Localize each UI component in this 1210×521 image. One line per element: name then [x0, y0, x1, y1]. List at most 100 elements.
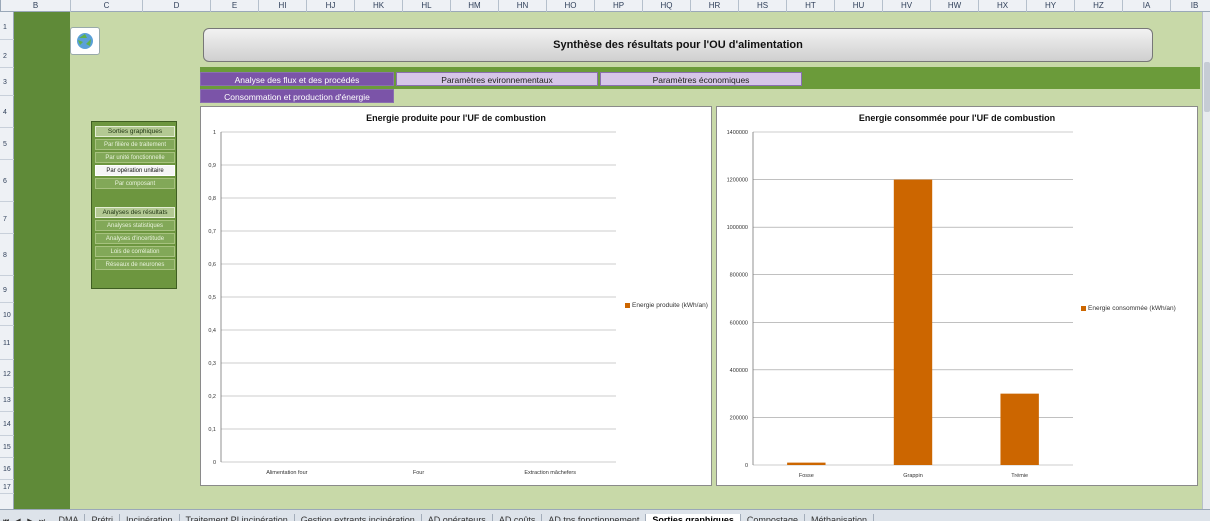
y-tick-label: 1200000	[727, 178, 748, 184]
column-header[interactable]: C	[71, 0, 143, 12]
sheet-tab[interactable]: Incinération	[120, 514, 180, 521]
column-header[interactable]: HJ	[307, 0, 355, 12]
y-tick-label: 0,3	[208, 361, 216, 367]
sheet-tab[interactable]: DMA	[52, 514, 86, 521]
y-tick-label: 0,4	[208, 328, 216, 334]
row-header[interactable]: 13	[0, 390, 14, 412]
column-header[interactable]: E	[211, 0, 259, 12]
sheet-tab[interactable]: Compostage	[741, 514, 805, 521]
btn-analyses-incertitude[interactable]: Analyses d'incertitude	[95, 233, 175, 244]
y-tick-label: 0,5	[208, 295, 216, 301]
tab-flux-procedes[interactable]: Analyse des flux et des procédés	[200, 72, 394, 86]
column-header[interactable]: HR	[691, 0, 739, 12]
first-sheet-icon[interactable]: ⏮	[0, 516, 12, 521]
sheet-tab[interactable]: Méthanisation	[805, 514, 874, 521]
row-header[interactable]: 7	[0, 206, 14, 234]
x-tick-label: Extraction mâchefers	[524, 470, 576, 476]
row-header[interactable]: 1	[0, 16, 14, 40]
chart-energie-produite[interactable]: Energie produite pour l'UF de combustion…	[200, 106, 712, 486]
bar	[893, 179, 933, 466]
sheet-tab[interactable]: AD tps fonctionnement	[542, 514, 647, 521]
side-panel: Sorties graphiques Par filière de traite…	[91, 121, 177, 289]
tab-parametres-economiques[interactable]: Paramètres économiques	[600, 72, 802, 86]
page-title: Synthèse des résultats pour l'OU d'alime…	[203, 28, 1153, 62]
y-tick-label: 0,1	[208, 427, 216, 433]
x-tick-label: Fosse	[799, 473, 814, 479]
tab-parametres-environnementaux[interactable]: Paramètres evironnementaux	[396, 72, 598, 86]
recycle-logo-icon	[70, 27, 100, 55]
row-header[interactable]: 2	[0, 46, 14, 68]
tab-label: Analyse des flux et des procédés	[234, 75, 360, 85]
btn-composant[interactable]: Par composant	[95, 178, 175, 189]
column-header[interactable]: IB	[1171, 0, 1210, 12]
bar	[787, 462, 826, 465]
row-header[interactable]: 15	[0, 438, 14, 458]
scroll-thumb[interactable]	[1204, 62, 1210, 112]
btn-lois-correlation[interactable]: Lois de corrélation	[95, 246, 175, 257]
column-header[interactable]: HZ	[1075, 0, 1123, 12]
tab-energie[interactable]: Consommation et production d'énergie	[200, 89, 394, 103]
y-tick-label: 0,7	[208, 229, 216, 235]
btn-filiere[interactable]: Par filière de traitement	[95, 139, 175, 150]
btn-unite-fonctionnelle[interactable]: Par unité fonctionnelle	[95, 152, 175, 163]
row-header[interactable]: 14	[0, 414, 14, 436]
sheet-tab[interactable]: Traitement PI incinération	[180, 514, 295, 521]
y-tick-label: 0,9	[208, 163, 216, 169]
sheet-tab[interactable]: AD coûts	[493, 514, 543, 521]
btn-analyses-statistiques[interactable]: Analyses statistiques	[95, 220, 175, 231]
btn-operation-unitaire[interactable]: Par opération unitaire	[95, 165, 175, 176]
column-header[interactable]: HM	[451, 0, 499, 12]
column-header[interactable]: HQ	[643, 0, 691, 12]
row-header[interactable]: 8	[0, 236, 14, 276]
row-header[interactable]: 11	[0, 328, 14, 360]
column-header[interactable]: B	[1, 0, 71, 12]
last-sheet-icon[interactable]: ⏭	[36, 516, 48, 521]
column-header[interactable]: HK	[355, 0, 403, 12]
excel-window: B C D E HI HJ HK HL HM HN HO HP HQ HR HS HT HU HV HW HX HY HZ…	[0, 0, 1210, 521]
row-header[interactable]: 10	[0, 305, 14, 326]
column-header[interactable]: HN	[499, 0, 547, 12]
column-header[interactable]: HO	[547, 0, 595, 12]
column-header[interactable]: HI	[259, 0, 307, 12]
y-tick-label: 0,8	[208, 196, 216, 202]
chart-plot: 0 200000 400000 600000 800000 1000000 1200000 1…	[727, 130, 1073, 479]
column-header[interactable]: IA	[1123, 0, 1171, 12]
row-header[interactable]: 12	[0, 362, 14, 388]
vertical-scrollbar[interactable]	[1202, 12, 1210, 509]
btn-reseaux-neurones[interactable]: Réseaux de neurones	[95, 259, 175, 270]
column-header[interactable]: HX	[979, 0, 1027, 12]
column-header[interactable]: HL	[403, 0, 451, 12]
green-side-strip	[14, 12, 70, 509]
y-tick-label: 0	[745, 463, 748, 469]
y-tick-label: 1400000	[727, 130, 748, 136]
row-header[interactable]: 4	[0, 98, 14, 128]
column-header[interactable]: HT	[787, 0, 835, 12]
row-header[interactable]: 17	[0, 482, 14, 494]
column-header[interactable]: HV	[883, 0, 931, 12]
legend-label: Energie consommée (kWh/an)	[1088, 305, 1176, 312]
y-tick-label: 0,6	[208, 262, 216, 268]
row-header[interactable]: 9	[0, 278, 14, 303]
row-header[interactable]: 5	[0, 130, 14, 160]
column-header[interactable]: HW	[931, 0, 979, 12]
x-tick-label: Grappin	[903, 473, 923, 479]
column-header[interactable]: HS	[739, 0, 787, 12]
tab-label: Consommation et production d'énergie	[224, 92, 370, 102]
row-header[interactable]: 6	[0, 162, 14, 202]
row-header[interactable]: 16	[0, 460, 14, 480]
sheet-tab[interactable]: AD opérateurs	[422, 514, 493, 521]
prev-sheet-icon[interactable]: ◀	[12, 516, 24, 521]
chart-legend: Energie consommée (kWh/an)	[1081, 305, 1176, 312]
chart-energie-consommee[interactable]: Energie consommée pour l'UF de combustio…	[716, 106, 1198, 486]
sheet-tab[interactable]: Sorties graphiques	[646, 514, 741, 521]
row-header-bar: 1 2 3 4 5 6 7 8 9 10 11 12 13 14 15 16 17	[0, 12, 14, 509]
column-header[interactable]: HU	[835, 0, 883, 12]
column-header[interactable]: HY	[1027, 0, 1075, 12]
column-header[interactable]: HP	[595, 0, 643, 12]
sheet-tab[interactable]: Gestion extrants incinération	[295, 514, 422, 521]
tab-label: Paramètres économiques	[652, 75, 750, 85]
next-sheet-icon[interactable]: ▶	[24, 516, 36, 521]
sheet-tab[interactable]: Prétri	[85, 514, 120, 521]
column-header[interactable]: D	[143, 0, 211, 12]
row-header[interactable]: 3	[0, 70, 14, 96]
